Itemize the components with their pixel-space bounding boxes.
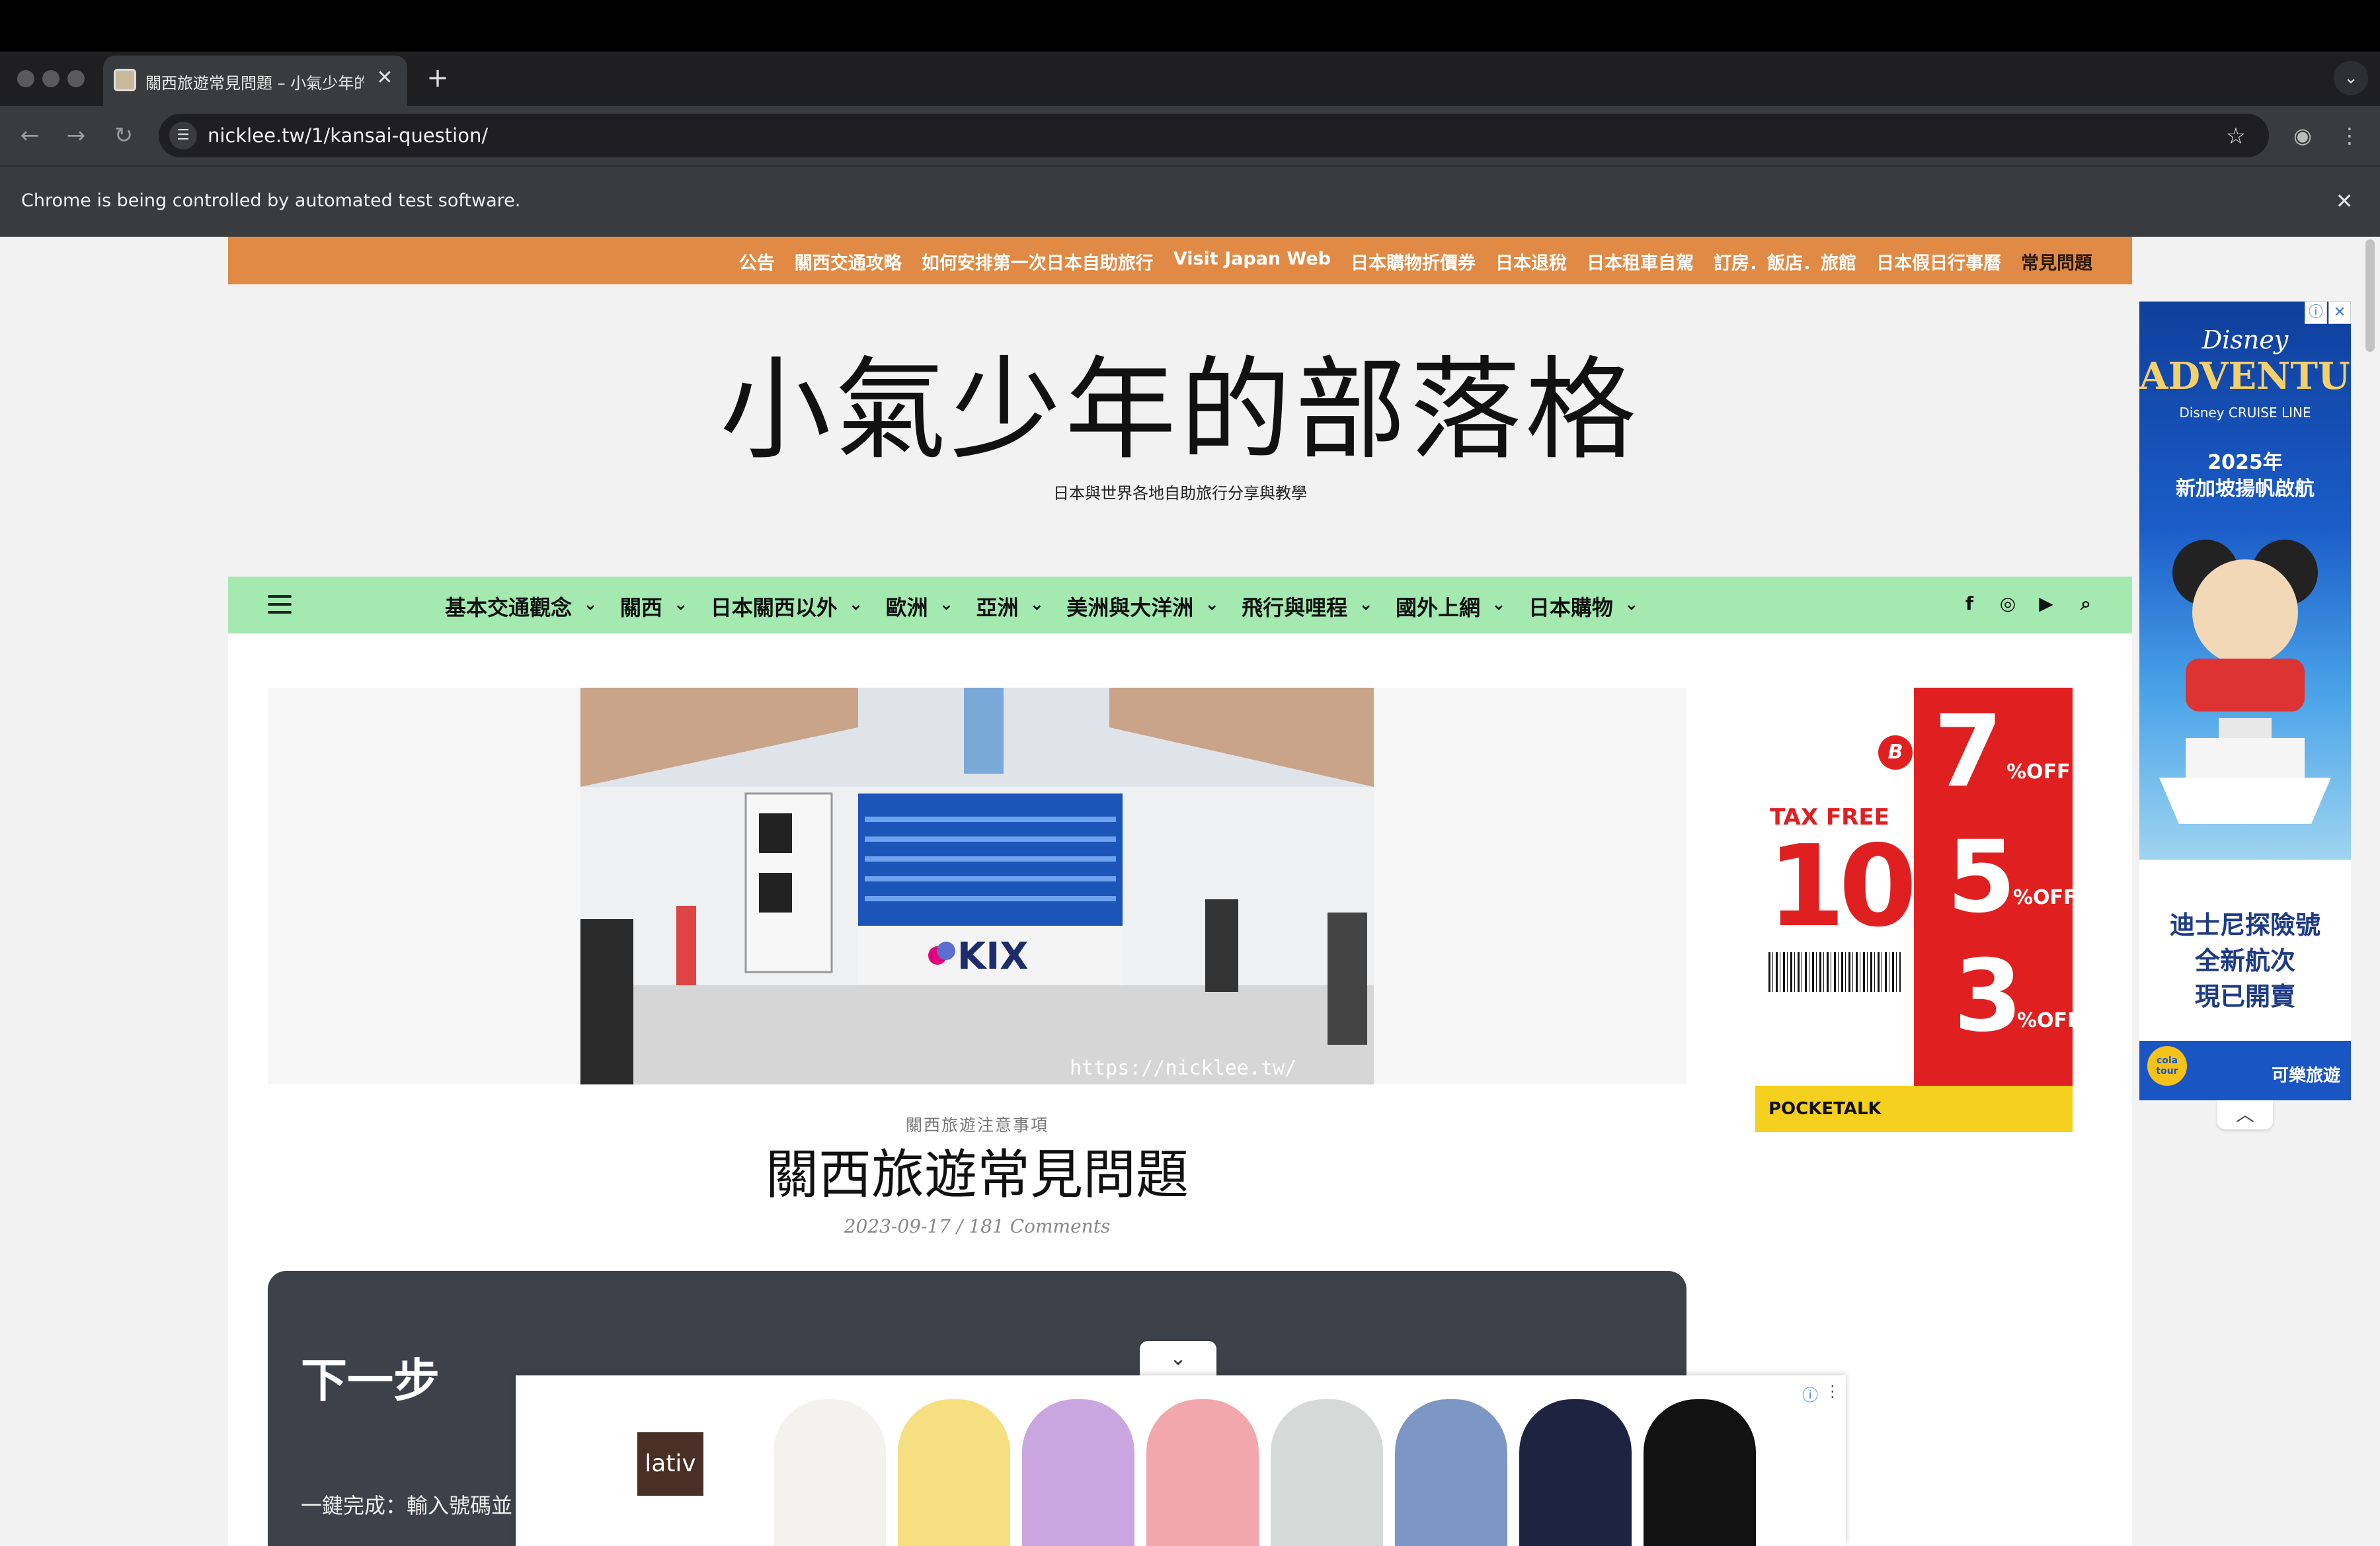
adchoices-icon[interactable]: ⓘ bbox=[2305, 302, 2327, 324]
maximize-window-button[interactable] bbox=[67, 70, 85, 87]
bic-five-off: %OFF bbox=[2013, 886, 2073, 909]
disney-body-line-1: 迪士尼探險號 bbox=[2169, 911, 2320, 940]
hoodie-product-image bbox=[1022, 1399, 1134, 1546]
biccamera-ad[interactable]: B TAX FREE 10% 7 %OFF 5 %OFF 3 %OFF POCK… bbox=[1755, 688, 2073, 1132]
screen-top-bar bbox=[0, 0, 2380, 52]
anchor-ad-toggle-chevron-icon[interactable]: ⌄ bbox=[1140, 1341, 1216, 1377]
top-nav-item[interactable]: 關西交通攻略 bbox=[795, 249, 902, 274]
disney-body-text: 迪士尼探險號 全新航次 現已開賣 bbox=[2139, 907, 2351, 1014]
post-title: 關西旅遊常見問題 bbox=[766, 1144, 1189, 1205]
ad-close-icon[interactable]: ✕ bbox=[2328, 302, 2351, 324]
hoodie-product-image bbox=[898, 1399, 1010, 1546]
site-title[interactable]: 小氣少年的部落格 bbox=[228, 344, 2132, 476]
main-nav-item[interactable]: 基本交通觀念 bbox=[445, 591, 598, 622]
bic-five: 5 bbox=[1947, 820, 2016, 935]
featured-image[interactable]: KIX https://nicklee.tw/ bbox=[580, 688, 1374, 1084]
site-favicon-icon bbox=[114, 69, 136, 91]
colatour-logo-icon: cola tour bbox=[2147, 1046, 2187, 1086]
main-nav-item[interactable]: 歐洲 bbox=[886, 591, 954, 622]
tab-search-chevron-icon[interactable]: ⌄ bbox=[2334, 61, 2368, 95]
ad-collapse-chevron-icon[interactable]: ︿ bbox=[2217, 1100, 2273, 1129]
disney-adventure-title: ADVENTURE bbox=[2139, 354, 2351, 398]
post-meta: 2023-09-17 / 181 Comments bbox=[268, 1215, 1686, 1237]
main-nav-item[interactable]: 日本關西以外 bbox=[711, 591, 863, 622]
next-step-text: 一鍵完成：輸入號碼並 bbox=[301, 1493, 513, 1518]
tab-close-icon[interactable]: ✕ bbox=[372, 65, 398, 91]
youtube-icon[interactable]: ▶ bbox=[2034, 592, 2058, 614]
hoodie-product-image bbox=[774, 1399, 886, 1546]
scrollbar-thumb[interactable] bbox=[2365, 239, 2375, 352]
url-text[interactable]: nicklee.tw/1/kansai-question/ bbox=[208, 124, 488, 147]
page-scrollbar[interactable] bbox=[2361, 237, 2380, 1546]
top-secondary-nav: 公告 關西交通攻略 如何安排第一次日本自助旅行 Visit Japan Web 日本購物… bbox=[228, 237, 2132, 284]
top-nav-item[interactable]: 日本購物折價券 bbox=[1351, 249, 1476, 274]
next-step-title: 下一步 bbox=[301, 1354, 440, 1408]
kix-sign: KIX bbox=[957, 935, 1028, 978]
new-tab-button[interactable]: + bbox=[423, 61, 452, 95]
meta-separator: / bbox=[957, 1215, 963, 1237]
top-nav-item[interactable]: Visit Japan Web bbox=[1173, 249, 1331, 274]
hero-watermark: https://nicklee.tw/ bbox=[1070, 1057, 1296, 1080]
lativ-anchor-ad[interactable]: lativ ⓘ ⋮ bbox=[516, 1375, 1846, 1546]
bic-three-off: %OFF bbox=[2017, 1009, 2073, 1032]
main-nav-item[interactable]: 美洲與大洋洲 bbox=[1066, 591, 1219, 622]
hoodie-product-image bbox=[1519, 1399, 1632, 1546]
tab-title: 關西旅遊常見問題 – 小氣少年的部落格 bbox=[145, 74, 364, 93]
hamburger-menu-icon[interactable] bbox=[268, 595, 292, 615]
main-nav-item[interactable]: 關西 bbox=[620, 591, 688, 622]
reload-icon[interactable]: ↻ bbox=[108, 120, 139, 151]
disney-body-line-2: 全新航次 bbox=[2194, 946, 2295, 975]
disney-launch-line: 新加坡揚帆啟航 bbox=[2176, 477, 2315, 501]
colatour-brand: 可樂旅遊 bbox=[2271, 1066, 2340, 1086]
post-date[interactable]: 2023-09-17 bbox=[844, 1215, 951, 1237]
infobar-close-icon[interactable]: ✕ bbox=[2331, 188, 2358, 214]
main-nav-item[interactable]: 飛行與哩程 bbox=[1242, 591, 1373, 622]
bic-three: 3 bbox=[1954, 939, 2023, 1054]
hoodie-product-image bbox=[1395, 1399, 1507, 1546]
lativ-logo: lativ bbox=[637, 1432, 703, 1496]
site-settings-icon[interactable]: ☰ bbox=[169, 122, 197, 149]
ad-options-icon[interactable]: ⋮ bbox=[1825, 1382, 1841, 1401]
profile-icon[interactable]: ◉ bbox=[2287, 120, 2318, 151]
browser-menu-icon[interactable]: ⋮ bbox=[2336, 120, 2363, 151]
disney-cruise-ad[interactable]: Disney ADVENTURE Disney CRUISE LINE 2025… bbox=[2139, 302, 2351, 1100]
adchoices-icon[interactable]: ⓘ bbox=[1802, 1382, 1818, 1405]
hoodie-product-image bbox=[1146, 1399, 1259, 1546]
cruise-ship-illustration bbox=[2159, 540, 2331, 824]
hoodie-product-image bbox=[1644, 1399, 1756, 1546]
top-nav-item[interactable]: 如何安排第一次日本自助旅行 bbox=[922, 249, 1154, 274]
top-nav-item[interactable]: 常見問題 bbox=[2021, 249, 2092, 274]
bookmark-star-icon[interactable]: ☆ bbox=[2221, 122, 2250, 151]
top-nav-item[interactable]: 訂房．飯店．旅館 bbox=[1714, 249, 1856, 274]
disney-body-line-3: 現已開賣 bbox=[2194, 982, 2295, 1011]
top-nav-item[interactable]: 日本退稅 bbox=[1495, 249, 1567, 274]
bic-seven: 7 bbox=[1934, 694, 2003, 809]
top-nav-item[interactable]: 日本假日行事曆 bbox=[1876, 249, 2001, 274]
biccamera-logo-icon: B bbox=[1878, 735, 1913, 770]
comments-link[interactable]: 181 Comments bbox=[969, 1215, 1110, 1237]
main-nav-item[interactable]: 亞洲 bbox=[976, 591, 1044, 622]
barcode-icon bbox=[1768, 952, 1901, 992]
bic-seven-off: %OFF bbox=[2006, 760, 2071, 784]
disney-logo: Disney bbox=[2202, 325, 2289, 354]
disney-cruise-line: Disney CRUISE LINE bbox=[2179, 405, 2311, 421]
top-nav-item[interactable]: 公告 bbox=[739, 249, 775, 274]
top-nav-item[interactable]: 日本租車自駕 bbox=[1587, 249, 1694, 274]
main-nav: 基本交通觀念關西日本關西以外歐洲亞洲美洲與大洋洲飛行與哩程國外上網日本購物 f … bbox=[228, 577, 2132, 633]
facebook-icon[interactable]: f bbox=[1958, 592, 1981, 614]
instagram-icon[interactable]: ◎ bbox=[1996, 592, 2020, 614]
minimize-window-button[interactable] bbox=[42, 70, 60, 87]
main-nav-item[interactable]: 國外上網 bbox=[1396, 591, 1506, 622]
forward-arrow-icon[interactable]: → bbox=[61, 120, 91, 151]
disney-year: 2025年 bbox=[2207, 451, 2283, 474]
pocketalk-logo: POCKETALK bbox=[1768, 1099, 1882, 1119]
automation-notice: Chrome is being controlled by automated … bbox=[21, 190, 521, 211]
hoodie-product-image bbox=[1271, 1399, 1383, 1546]
search-icon[interactable]: ⌕ bbox=[2074, 592, 2098, 615]
back-arrow-icon[interactable]: ← bbox=[15, 120, 45, 151]
close-window-button[interactable] bbox=[17, 70, 34, 87]
browser-tab-active[interactable]: 關西旅遊常見問題 – 小氣少年的部落格 ✕ bbox=[103, 56, 407, 106]
site-tagline: 日本與世界各地自助旅行分享與教學 bbox=[1053, 484, 1307, 503]
main-nav-item[interactable]: 日本購物 bbox=[1528, 591, 1639, 622]
